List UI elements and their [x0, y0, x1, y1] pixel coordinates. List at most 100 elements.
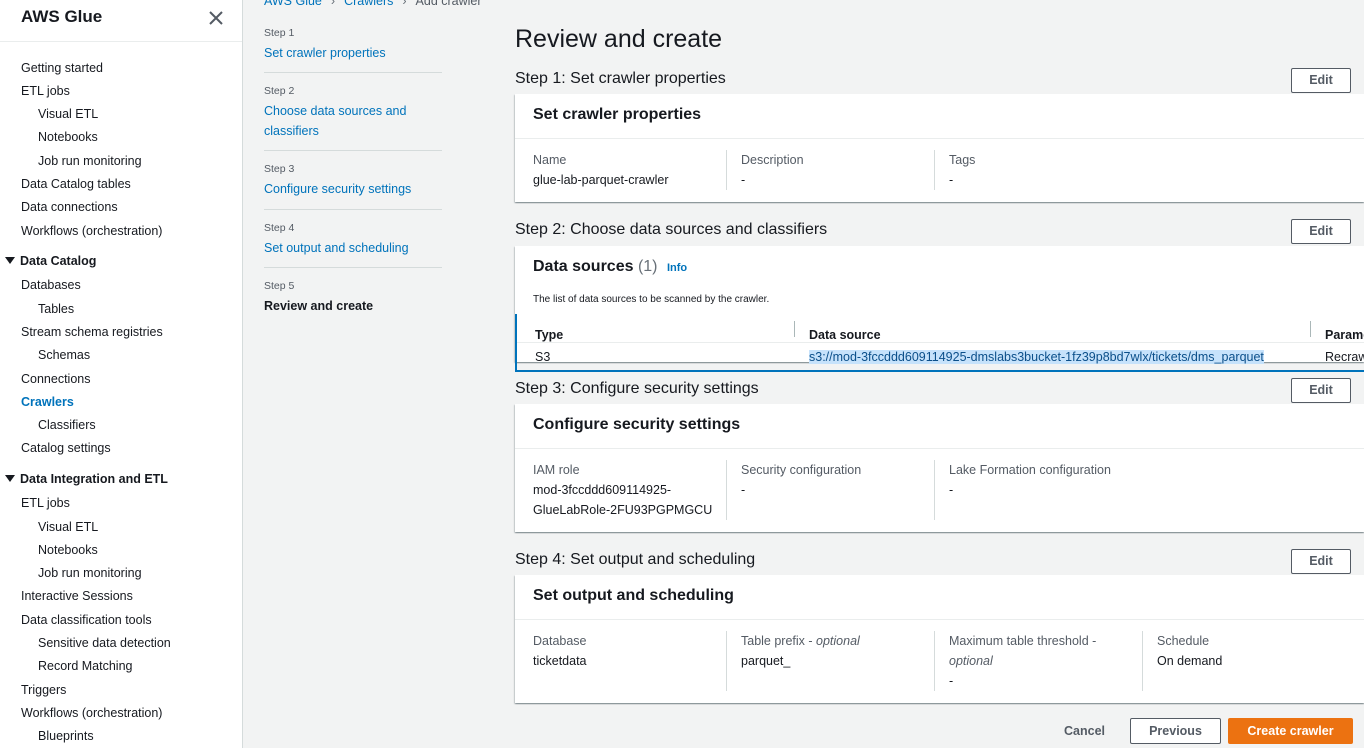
nav-interactive-sessions[interactable]: Interactive Sessions	[21, 589, 133, 603]
field-tags: Tags -	[949, 150, 975, 190]
column-divider	[934, 631, 935, 691]
nav-record-matching[interactable]: Record Matching	[38, 659, 133, 673]
breadcrumb-aws-glue[interactable]: AWS Glue	[264, 0, 322, 8]
nav-data-catalog-tables[interactable]: Data Catalog tables	[21, 177, 131, 191]
field-label: Name	[533, 153, 567, 167]
column-divider	[726, 460, 727, 520]
step-link-set-output[interactable]: Set output and scheduling	[264, 238, 442, 258]
nav-workflows-2[interactable]: Workflows (orchestration)	[21, 706, 162, 720]
column-header-type: Type	[535, 328, 564, 342]
nav-section-data-catalog[interactable]: Data Catalog	[5, 254, 96, 268]
nav-workflows[interactable]: Workflows (orchestration)	[21, 224, 162, 238]
nav-databases[interactable]: Databases	[21, 278, 81, 292]
edit-step-3-button[interactable]: Edit	[1291, 378, 1351, 403]
nav-job-run-monitoring[interactable]: Job run monitoring	[38, 154, 142, 168]
nav-stream-schema-registries[interactable]: Stream schema registries	[21, 325, 163, 339]
card-divider	[515, 448, 1364, 449]
field-value: -	[949, 483, 954, 497]
field-lake-formation: Lake Formation configuration -	[949, 460, 1111, 500]
column-resizer[interactable]	[794, 321, 795, 337]
step-link-choose-data-sources[interactable]: Choose data sources and classifiers	[264, 101, 442, 141]
nav-crawlers[interactable]: Crawlers	[21, 395, 74, 409]
previous-button[interactable]: Previous	[1130, 718, 1221, 744]
nav-tables[interactable]: Tables	[38, 302, 74, 316]
wizard-step-1: Step 1 Set crawler properties	[264, 27, 442, 63]
step-divider	[264, 209, 442, 210]
nav-getting-started[interactable]: Getting started	[21, 61, 103, 75]
nav-notebooks[interactable]: Notebooks	[38, 130, 98, 144]
field-value: parquet_	[741, 654, 791, 668]
nav-section-data-integration[interactable]: Data Integration and ETL	[5, 472, 168, 486]
nav-data-connections[interactable]: Data connections	[21, 200, 118, 214]
caret-down-icon	[5, 475, 15, 482]
breadcrumb-add-crawler: Add crawler	[415, 0, 482, 8]
step-link-configure-security[interactable]: Configure security settings	[264, 179, 442, 199]
field-value: On demand	[1157, 654, 1223, 668]
card-title: Configure security settings	[533, 416, 741, 433]
field-description: Description -	[741, 150, 804, 190]
create-crawler-button[interactable]: Create crawler	[1228, 718, 1353, 744]
field-label: Lake Formation configuration	[949, 463, 1111, 477]
step-number: Step 1	[264, 27, 295, 39]
nav-visual-etl[interactable]: Visual ETL	[38, 107, 98, 121]
edit-step-4-button[interactable]: Edit	[1291, 549, 1351, 574]
field-label: Schedule	[1157, 634, 1210, 648]
field-name: Name glue-lab-parquet-crawler	[533, 150, 668, 190]
column-divider	[726, 631, 727, 691]
sidebar-divider	[0, 41, 242, 42]
wizard-step-4: Step 4 Set output and scheduling	[264, 222, 442, 258]
cell-type: S3	[535, 350, 551, 364]
card-data-sources: Data sources (1) Info The list of data s…	[515, 246, 1364, 372]
card-crawler-properties: Set crawler properties Name glue-lab-par…	[515, 94, 1364, 202]
nav-schemas[interactable]: Schemas	[38, 348, 90, 362]
step-number: Step 5	[264, 280, 295, 292]
section-header-step-4: Step 4: Set output and scheduling	[515, 551, 756, 568]
field-label: Security configuration	[741, 463, 862, 477]
section-header-step-3: Step 3: Configure security settings	[515, 380, 759, 397]
nav-job-run-monitoring-2[interactable]: Job run monitoring	[38, 566, 142, 580]
nav-data-classification-tools[interactable]: Data classification tools	[21, 613, 152, 627]
edit-step-2-button[interactable]: Edit	[1291, 219, 1351, 244]
nav-connections[interactable]: Connections	[21, 372, 91, 386]
nav-classifiers[interactable]: Classifiers	[38, 418, 96, 432]
column-resizer[interactable]	[1310, 321, 1311, 337]
field-value: -	[949, 674, 954, 688]
step-number: Step 4	[264, 222, 295, 234]
cancel-button[interactable]: Cancel	[1064, 724, 1105, 738]
nav-etl-jobs[interactable]: ETL jobs	[21, 84, 70, 98]
step-link-set-crawler-properties[interactable]: Set crawler properties	[264, 43, 442, 63]
field-table-prefix: Table prefix - optional parquet_	[741, 631, 860, 671]
column-divider	[934, 460, 935, 520]
breadcrumb: AWS Glue › Crawlers › Add crawler	[264, 0, 482, 8]
nav-visual-etl-2[interactable]: Visual ETL	[38, 520, 98, 534]
cell-parameters: Recrawl all	[1325, 350, 1364, 364]
column-divider	[1142, 631, 1143, 691]
card-divider	[515, 138, 1364, 139]
column-header-parameters: Parameters	[1325, 328, 1364, 342]
field-schedule: Schedule On demand	[1157, 631, 1222, 671]
field-value: -	[741, 483, 746, 497]
field-label: IAM role	[533, 463, 580, 477]
field-max-table-threshold: Maximum table threshold - optional -	[949, 631, 1129, 691]
edit-step-1-button[interactable]: Edit	[1291, 68, 1351, 93]
nav-section-label: Data Integration and ETL	[20, 472, 168, 486]
field-value-line-2: GlueLabRole-2FU93PGPMGCU	[533, 503, 713, 517]
nav-etl-jobs-2[interactable]: ETL jobs	[21, 496, 70, 510]
nav-notebooks-2[interactable]: Notebooks	[38, 543, 98, 557]
nav-triggers[interactable]: Triggers	[21, 683, 66, 697]
page-title: Review and create	[515, 25, 723, 53]
step-number: Step 3	[264, 163, 295, 175]
breadcrumb-crawlers[interactable]: Crawlers	[344, 0, 393, 8]
sidebar-title: AWS Glue	[21, 7, 103, 26]
table-header-divider	[517, 342, 1364, 343]
info-link[interactable]: Info	[667, 262, 687, 274]
nav-catalog-settings[interactable]: Catalog settings	[21, 441, 111, 455]
cell-data-source[interactable]: s3://mod-3fccddd609114925-dmslabs3bucket…	[809, 350, 1264, 364]
field-value: -	[949, 173, 954, 187]
step-current-review-and-create: Review and create	[264, 299, 374, 313]
wizard-step-3: Step 3 Configure security settings	[264, 163, 442, 199]
close-icon[interactable]	[206, 8, 226, 28]
nav-sensitive-data-detection[interactable]: Sensitive data detection	[38, 636, 171, 650]
wizard-step-2: Step 2 Choose data sources and classifie…	[264, 85, 442, 141]
nav-blueprints[interactable]: Blueprints	[38, 729, 94, 743]
